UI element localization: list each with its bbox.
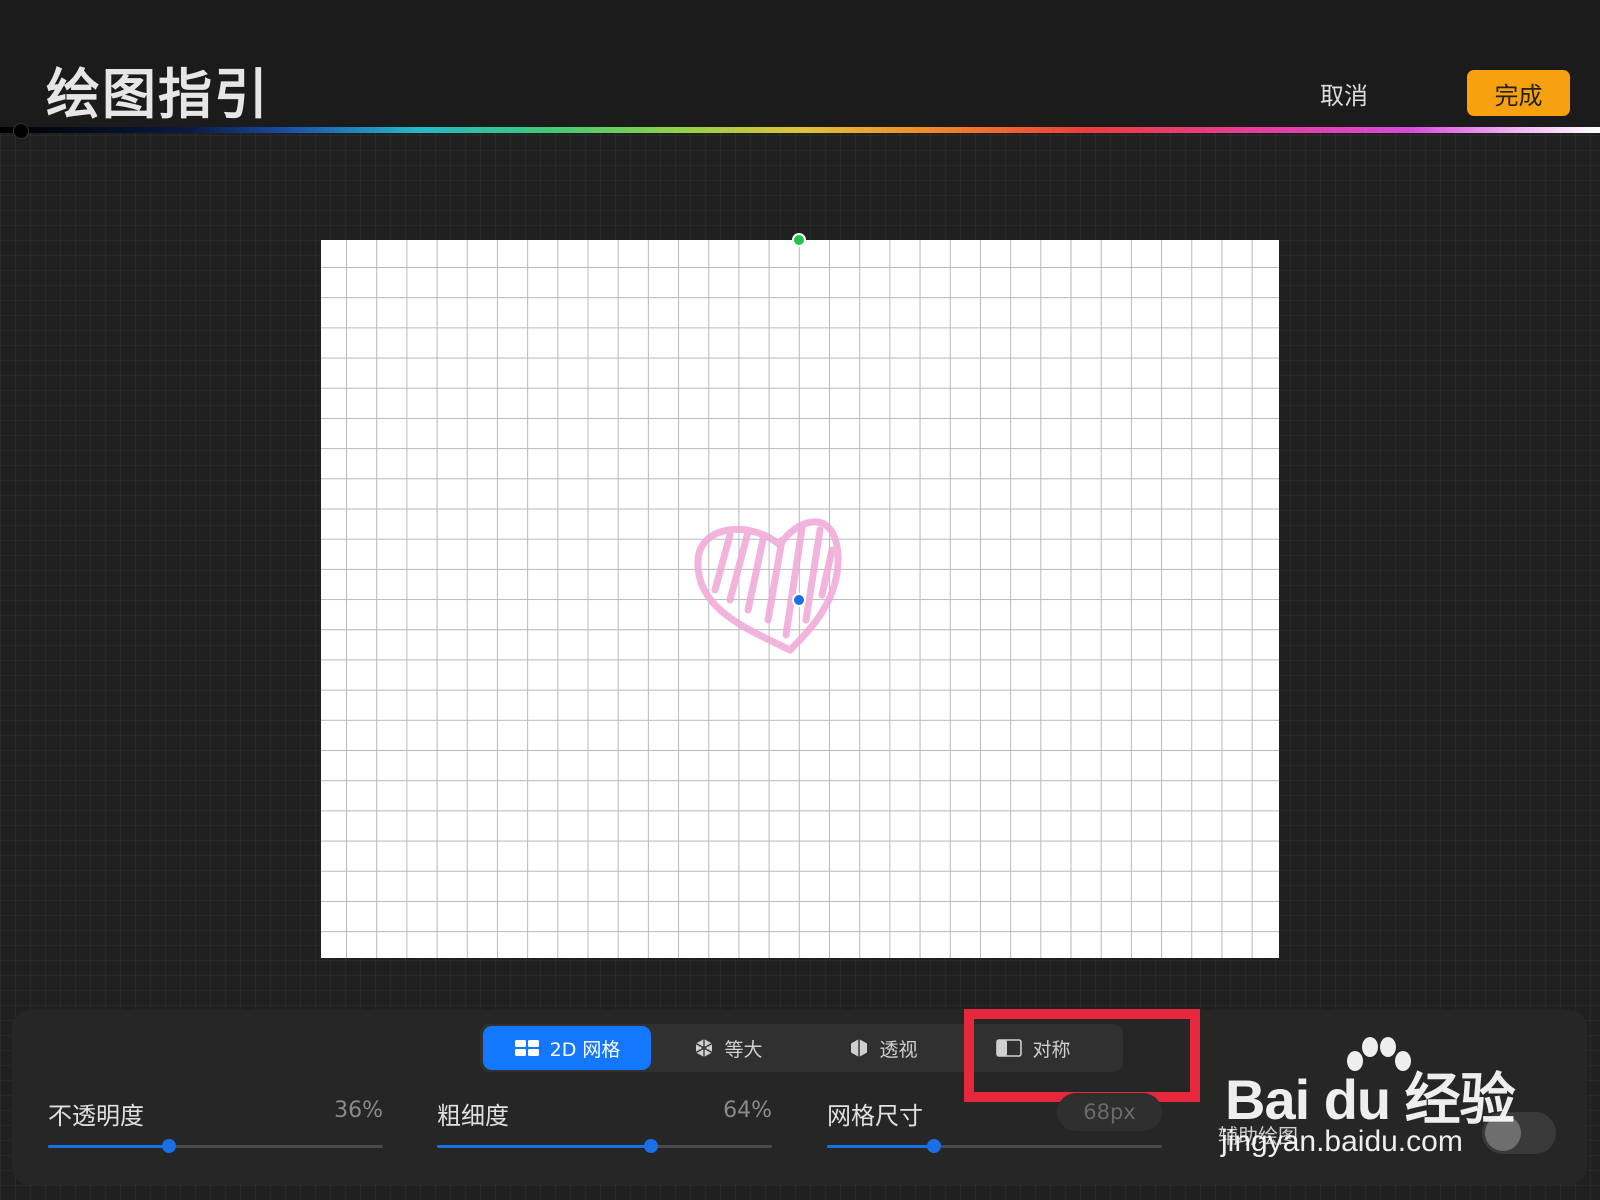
perspective-icon <box>851 1039 868 1057</box>
thickness-slider-fill <box>437 1145 652 1148</box>
opacity-value: 36% <box>334 1098 383 1123</box>
thickness-slider[interactable] <box>437 1139 772 1153</box>
color-bar-handle[interactable] <box>13 123 29 139</box>
highlight-box <box>964 1009 1200 1102</box>
grid-size-value[interactable]: 68px <box>1057 1093 1162 1131</box>
opacity-label: 不透明度 <box>48 1102 144 1130</box>
assist-drawing-toggle[interactable] <box>1482 1112 1556 1154</box>
tab-perspective[interactable]: 透视 <box>806 1026 961 1070</box>
opacity-slider-fill <box>48 1145 169 1148</box>
grid-size-slider-fill <box>827 1145 935 1148</box>
thickness-label: 粗细度 <box>437 1102 509 1130</box>
cancel-button[interactable]: 取消 <box>1320 76 1368 111</box>
tab-2d-grid[interactable]: 2D 网格 <box>483 1026 651 1070</box>
heart-drawing <box>694 518 842 654</box>
tab-label: 2D 网格 <box>549 1038 621 1061</box>
center-handle[interactable] <box>792 593 806 607</box>
toggle-knob <box>1485 1115 1521 1151</box>
rotation-handle[interactable] <box>792 233 806 247</box>
tab-label: 透视 <box>879 1038 918 1061</box>
tab-label: 等大 <box>724 1038 763 1061</box>
isometric-cube-icon <box>696 1039 713 1057</box>
grid-size-slider[interactable] <box>827 1139 1162 1153</box>
grid-2d-icon <box>514 1040 539 1056</box>
page-title: 绘图指引 <box>46 63 270 126</box>
opacity-slider-knob[interactable] <box>161 1139 176 1153</box>
opacity-slider[interactable] <box>48 1139 383 1153</box>
assist-drawing-label: 辅助绘图 <box>1218 1124 1298 1148</box>
thickness-value: 64% <box>723 1098 772 1123</box>
tab-isometric[interactable]: 等大 <box>651 1026 806 1070</box>
done-button[interactable]: 完成 <box>1467 70 1570 116</box>
color-gradient-bar[interactable] <box>0 127 1600 133</box>
grid-size-label: 网格尺寸 <box>827 1102 923 1130</box>
